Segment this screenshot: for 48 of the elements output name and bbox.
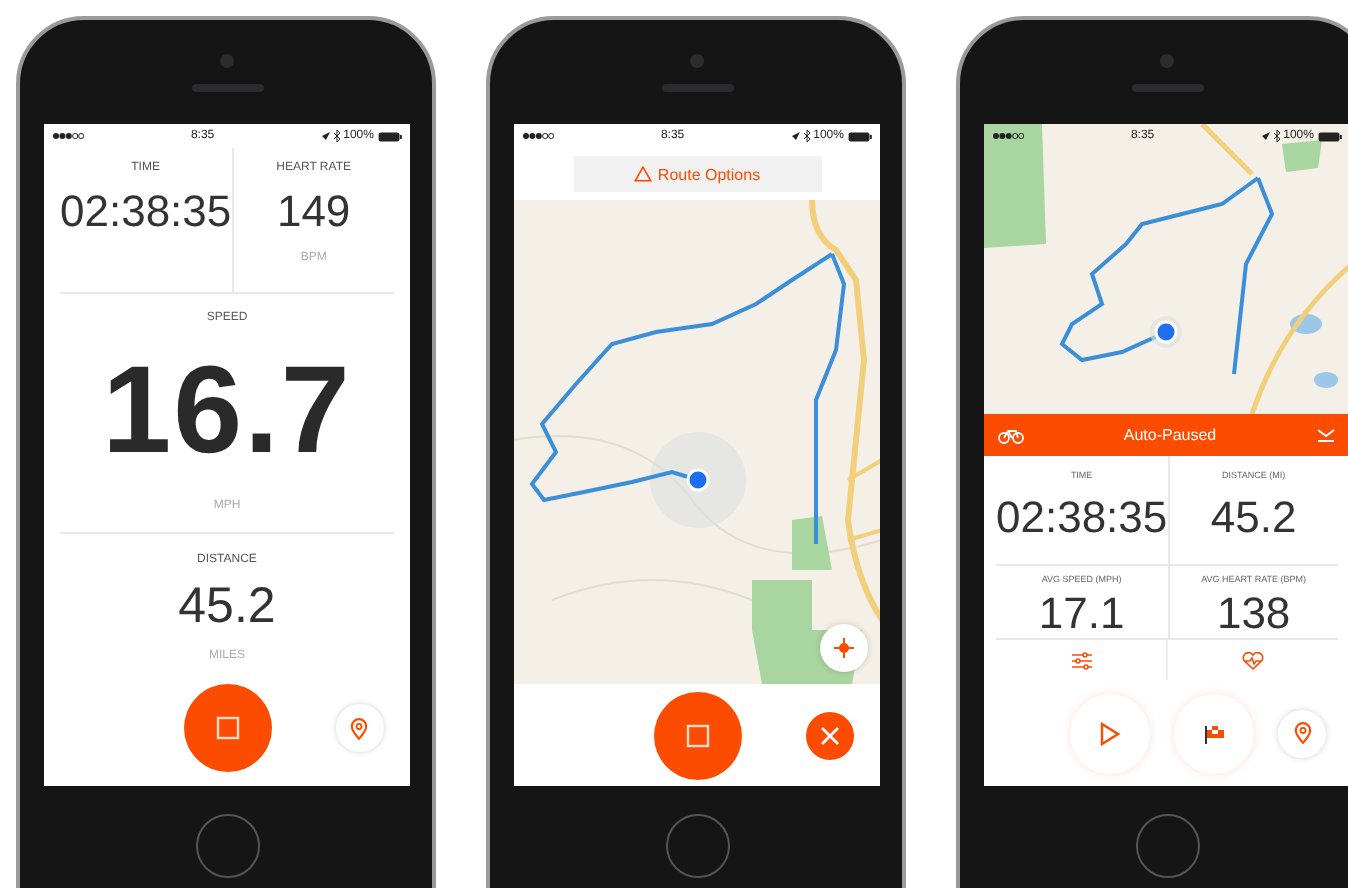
signal-icon: [992, 132, 1024, 140]
warning-icon: [633, 166, 652, 182]
close-button[interactable]: [805, 711, 853, 759]
battery-icon: [847, 131, 872, 141]
camera-lens: [690, 53, 704, 67]
metric-value: 17.1: [1038, 588, 1125, 640]
bluetooth-icon: [1273, 130, 1280, 142]
bike-icon: [998, 427, 1024, 443]
metric-value: 138: [1216, 588, 1291, 640]
home-button[interactable]: [1135, 814, 1199, 878]
stop-button[interactable]: [653, 691, 741, 779]
camera-lens: [220, 53, 234, 67]
pin-icon: [1293, 722, 1311, 744]
crosshair-icon: [834, 638, 854, 658]
location-arrow-icon: [1261, 132, 1270, 140]
location-arrow-icon: [791, 132, 800, 140]
play-icon: [1100, 721, 1120, 745]
play-button[interactable]: [1070, 693, 1150, 773]
camera-lens: [1160, 53, 1174, 67]
location-button[interactable]: [1278, 709, 1326, 757]
sliders-icon[interactable]: [1071, 651, 1091, 669]
route-options-button[interactable]: Route Options: [573, 156, 821, 192]
metric-value: 02:38:35: [996, 492, 1168, 544]
stop-button[interactable]: [183, 684, 271, 772]
battery-icon: [377, 131, 402, 141]
banner-title: Auto-Paused: [1123, 426, 1217, 444]
finish-button[interactable]: [1174, 693, 1254, 773]
bluetooth-icon: [803, 130, 810, 142]
pin-icon: [350, 717, 368, 739]
close-icon: [819, 725, 839, 745]
battery-icon: [1317, 131, 1342, 141]
stop-icon: [685, 723, 709, 747]
home-button[interactable]: [195, 814, 259, 878]
stop-icon: [215, 716, 239, 740]
metric-value: 02:38:35: [60, 186, 232, 238]
heart-rate-icon[interactable]: [1242, 651, 1264, 669]
chevron-down-icon[interactable]: [1315, 428, 1336, 442]
signal-icon: [522, 132, 554, 140]
flag-icon: [1203, 723, 1225, 743]
location-button[interactable]: [335, 704, 383, 752]
location-arrow-icon: [321, 132, 330, 140]
metric-value: 149: [276, 186, 351, 238]
signal-icon: [52, 132, 84, 140]
metric-value: 45.2: [1210, 492, 1297, 544]
bluetooth-icon: [333, 130, 340, 142]
metric-value: 16.7: [102, 340, 352, 482]
home-button[interactable]: [665, 814, 729, 878]
metric-value: 45.2: [178, 578, 276, 636]
